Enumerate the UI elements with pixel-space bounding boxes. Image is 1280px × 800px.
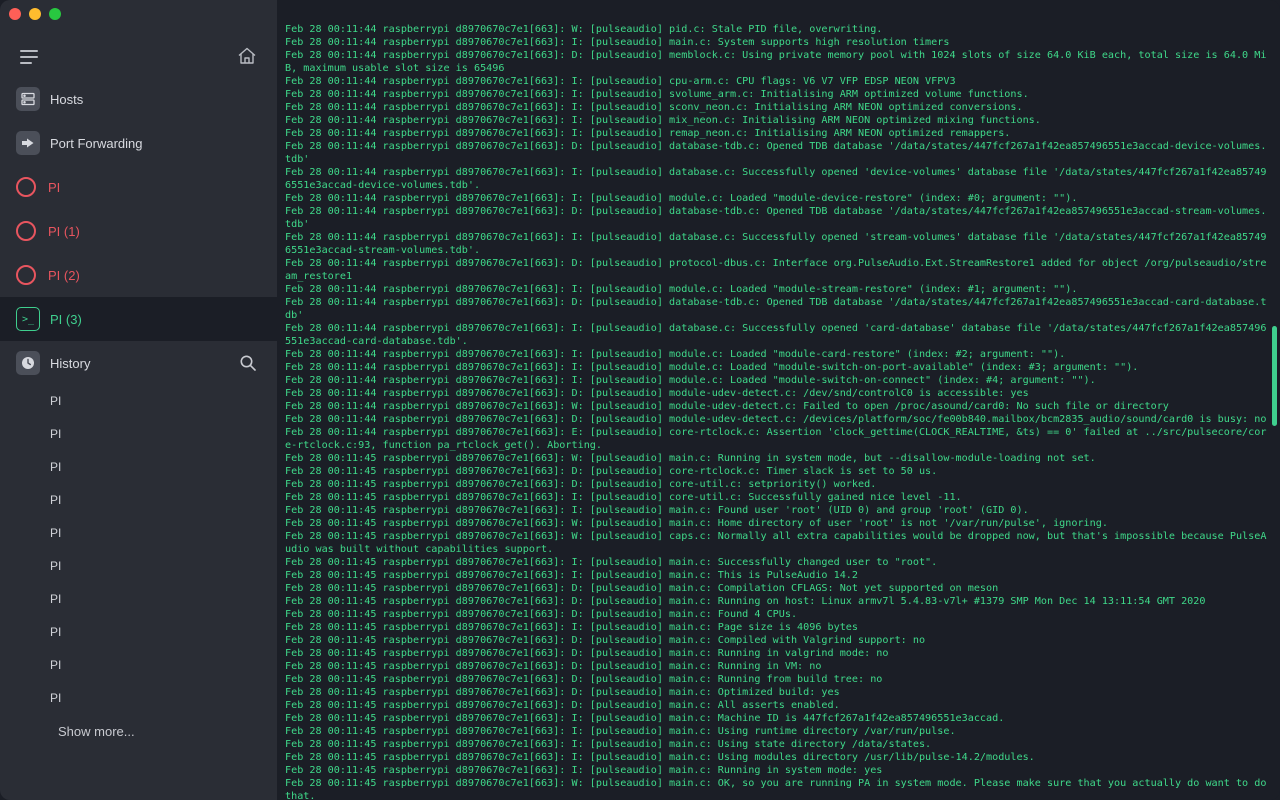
port-forwarding-icon: [16, 131, 40, 155]
maximize-window-button[interactable]: [49, 8, 61, 20]
terminal-line: Feb 28 00:11:44 raspberrypi d8970670c7e1…: [285, 37, 950, 48]
sidebar: Hosts Port Forwarding PI PI (1) PI (2) >…: [0, 0, 277, 800]
terminal-line: Feb 28 00:11:45 raspberrypi d8970670c7e1…: [285, 687, 840, 698]
sidebar-item-label: Hosts: [50, 91, 84, 107]
history-item[interactable]: PI: [0, 418, 277, 451]
terminal-line: Feb 28 00:11:44 raspberrypi d8970670c7e1…: [285, 414, 1267, 425]
terminal-line: Feb 28 00:11:44 raspberrypi d8970670c7e1…: [285, 206, 1267, 230]
history-item[interactable]: PI: [0, 517, 277, 550]
window-controls: [9, 8, 61, 20]
terminal-line: Feb 28 00:11:44 raspberrypi d8970670c7e1…: [285, 362, 1139, 373]
terminal-line: Feb 28 00:11:44 raspberrypi d8970670c7e1…: [285, 193, 1078, 204]
terminal-line: Feb 28 00:11:44 raspberrypi d8970670c7e1…: [285, 128, 1011, 139]
terminal-line: Feb 28 00:11:45 raspberrypi d8970670c7e1…: [285, 648, 889, 659]
show-more-link[interactable]: Show more...: [0, 717, 277, 747]
terminal-line: Feb 28 00:11:45 raspberrypi d8970670c7e1…: [285, 661, 822, 672]
history-list: PI PI PI PI PI PI PI PI PI PI: [0, 385, 277, 715]
hosts-icon: [16, 87, 40, 111]
host-status-icon: [16, 221, 36, 241]
terminal-line: Feb 28 00:11:44 raspberrypi d8970670c7e1…: [285, 115, 1041, 126]
terminal-line: Feb 28 00:11:44 raspberrypi d8970670c7e1…: [285, 102, 1023, 113]
history-item[interactable]: PI: [0, 649, 277, 682]
history-clock-icon: [16, 351, 40, 375]
terminal-line: Feb 28 00:11:44 raspberrypi d8970670c7e1…: [285, 167, 1267, 191]
session-label: PI (3): [50, 311, 82, 327]
terminal-icon: >_: [16, 307, 40, 331]
sidebar-item-label: Port Forwarding: [50, 135, 143, 151]
terminal-line: Feb 28 00:11:44 raspberrypi d8970670c7e1…: [285, 76, 956, 87]
terminal-line: Feb 28 00:11:45 raspberrypi d8970670c7e1…: [285, 596, 1206, 607]
search-icon[interactable]: [239, 354, 257, 372]
history-item[interactable]: PI: [0, 451, 277, 484]
terminal-line: Feb 28 00:11:44 raspberrypi d8970670c7e1…: [285, 258, 1267, 282]
terminal-line: Feb 28 00:11:45 raspberrypi d8970670c7e1…: [285, 479, 877, 490]
terminal-line: Feb 28 00:11:45 raspberrypi d8970670c7e1…: [285, 557, 938, 568]
sidebar-host-pi-1[interactable]: PI (1): [0, 209, 277, 253]
terminal-line: Feb 28 00:11:45 raspberrypi d8970670c7e1…: [285, 752, 1035, 763]
terminal-line: Feb 28 00:11:45 raspberrypi d8970670c7e1…: [285, 739, 932, 750]
history-item[interactable]: PI: [0, 682, 277, 715]
terminal-line: Feb 28 00:11:45 raspberrypi d8970670c7e1…: [285, 635, 926, 646]
host-status-icon: [16, 177, 36, 197]
terminal-line: Feb 28 00:11:44 raspberrypi d8970670c7e1…: [285, 50, 1267, 74]
host-status-icon: [16, 265, 36, 285]
terminal-line: Feb 28 00:11:45 raspberrypi d8970670c7e1…: [285, 700, 840, 711]
terminal-line: Feb 28 00:11:44 raspberrypi d8970670c7e1…: [285, 141, 1267, 165]
host-label: PI (2): [48, 267, 80, 283]
history-title: History: [50, 355, 91, 371]
terminal-line: Feb 28 00:11:44 raspberrypi d8970670c7e1…: [285, 24, 883, 35]
history-item[interactable]: PI: [0, 550, 277, 583]
terminal-line: Feb 28 00:11:44 raspberrypi d8970670c7e1…: [285, 427, 1267, 451]
terminal-line: Feb 28 00:11:45 raspberrypi d8970670c7e1…: [285, 609, 798, 620]
terminal-line: Feb 28 00:11:45 raspberrypi d8970670c7e1…: [285, 531, 1267, 555]
terminal-line: Feb 28 00:11:45 raspberrypi d8970670c7e1…: [285, 765, 883, 776]
home-icon[interactable]: [237, 46, 257, 66]
terminal-line: Feb 28 00:11:45 raspberrypi d8970670c7e1…: [285, 622, 859, 633]
menu-icon[interactable]: [20, 50, 38, 64]
terminal-line: Feb 28 00:11:44 raspberrypi d8970670c7e1…: [285, 89, 1029, 100]
sidebar-item-port-forwarding[interactable]: Port Forwarding: [0, 121, 277, 165]
sidebar-session-pi-3[interactable]: >_ PI (3): [0, 297, 277, 341]
terminal-line: Feb 28 00:11:45 raspberrypi d8970670c7e1…: [285, 492, 962, 503]
sidebar-nav: Hosts Port Forwarding PI PI (1) PI (2) >…: [0, 77, 277, 747]
terminal-line: Feb 28 00:11:45 raspberrypi d8970670c7e1…: [285, 505, 1029, 516]
terminal-line: Feb 28 00:11:44 raspberrypi d8970670c7e1…: [285, 284, 1078, 295]
terminal-line: Feb 28 00:11:45 raspberrypi d8970670c7e1…: [285, 726, 956, 737]
close-window-button[interactable]: [9, 8, 21, 20]
terminal-line: Feb 28 00:11:45 raspberrypi d8970670c7e1…: [285, 518, 1108, 529]
terminal-line: Feb 28 00:11:44 raspberrypi d8970670c7e1…: [285, 388, 1029, 399]
terminal-line: Feb 28 00:11:45 raspberrypi d8970670c7e1…: [285, 570, 859, 581]
terminal-line: Feb 28 00:11:45 raspberrypi d8970670c7e1…: [285, 466, 938, 477]
terminal-line: Feb 28 00:11:45 raspberrypi d8970670c7e1…: [285, 713, 1005, 724]
host-label: PI: [48, 179, 61, 195]
history-item[interactable]: PI: [0, 484, 277, 517]
history-item[interactable]: PI: [0, 385, 277, 418]
terminal-line: Feb 28 00:11:45 raspberrypi d8970670c7e1…: [285, 453, 1096, 464]
terminal-pane[interactable]: Feb 28 00:11:44 raspberrypi d8970670c7e1…: [277, 0, 1280, 800]
terminal-line: Feb 28 00:11:44 raspberrypi d8970670c7e1…: [285, 232, 1267, 256]
app-window: Hosts Port Forwarding PI PI (1) PI (2) >…: [0, 0, 1280, 800]
terminal-line: Feb 28 00:11:45 raspberrypi d8970670c7e1…: [285, 674, 883, 685]
terminal-line: Feb 28 00:11:44 raspberrypi d8970670c7e1…: [285, 323, 1267, 347]
terminal-line: Feb 28 00:11:45 raspberrypi d8970670c7e1…: [285, 583, 999, 594]
minimize-window-button[interactable]: [29, 8, 41, 20]
terminal-line: Feb 28 00:11:44 raspberrypi d8970670c7e1…: [285, 401, 1169, 412]
host-label: PI (1): [48, 223, 80, 239]
terminal-output: Feb 28 00:11:44 raspberrypi d8970670c7e1…: [285, 23, 1272, 800]
terminal-line: Feb 28 00:11:44 raspberrypi d8970670c7e1…: [285, 349, 1066, 360]
sidebar-host-pi[interactable]: PI: [0, 165, 277, 209]
history-header: History: [0, 341, 277, 385]
history-item[interactable]: PI: [0, 616, 277, 649]
sidebar-host-pi-2[interactable]: PI (2): [0, 253, 277, 297]
terminal-line: Feb 28 00:11:44 raspberrypi d8970670c7e1…: [285, 375, 1096, 386]
sidebar-item-hosts[interactable]: Hosts: [0, 77, 277, 121]
history-item[interactable]: PI: [0, 583, 277, 616]
terminal-scrollbar[interactable]: [1272, 326, 1277, 426]
terminal-line: Feb 28 00:11:45 raspberrypi d8970670c7e1…: [285, 778, 1273, 800]
terminal-line: Feb 28 00:11:44 raspberrypi d8970670c7e1…: [285, 297, 1267, 321]
